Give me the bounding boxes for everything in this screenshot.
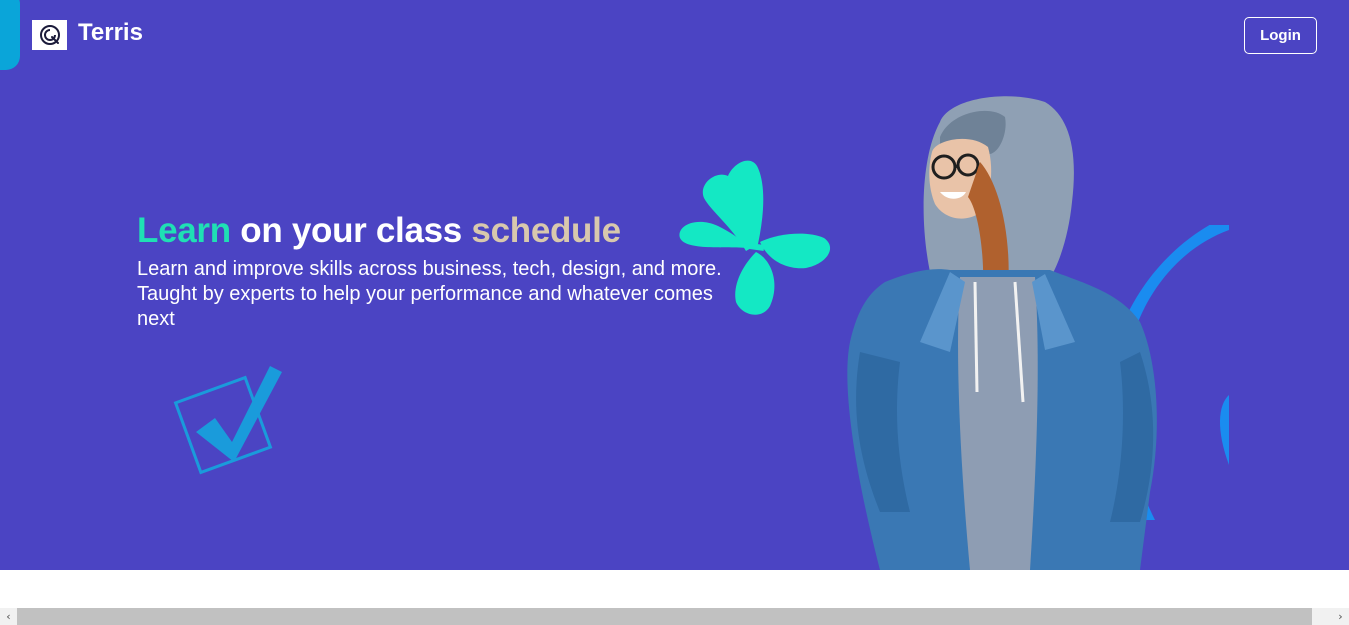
hero-section: Terris Login Learn on your class schedul… — [0, 0, 1349, 570]
butterfly-icon — [679, 160, 831, 315]
scroll-left-arrow-icon[interactable]: ‹ — [0, 608, 17, 625]
headline-schedule: schedule — [471, 211, 621, 250]
headline-learn: Learn — [137, 211, 231, 250]
student-photo — [847, 96, 1157, 570]
checkbox-check-icon — [173, 366, 282, 475]
scroll-right-arrow-icon[interactable]: › — [1332, 608, 1349, 625]
scrollbar-thumb[interactable] — [17, 608, 1312, 625]
horizontal-scrollbar[interactable]: ‹ › — [0, 608, 1349, 625]
corner-accent-tab — [0, 0, 20, 70]
brand-logo[interactable] — [32, 20, 67, 50]
login-button[interactable]: Login — [1244, 17, 1317, 54]
spiral-logo-icon — [39, 25, 60, 45]
brand-name[interactable]: Terris — [78, 19, 143, 47]
headline-middle: on your class — [230, 211, 472, 250]
next-section — [0, 570, 1349, 608]
hero-subtext: Learn and improve skills across business… — [137, 258, 722, 330]
hero-headline: Learn on your class schedule — [137, 211, 621, 251]
